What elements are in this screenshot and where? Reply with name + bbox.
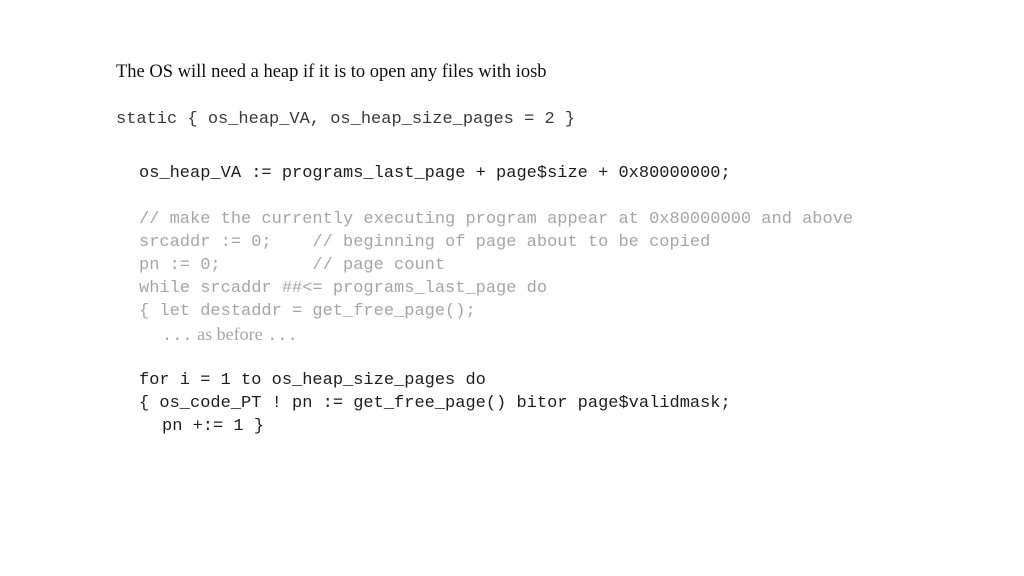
code-line-pn-increment: pn +:= 1 }: [139, 415, 853, 438]
code-line-for: for i = 1 to os_heap_size_pages do: [139, 371, 486, 390]
ellipsis-right: ...: [267, 327, 298, 346]
code-line-os-code-pt: { os_code_PT ! pn := get_free_page() bit…: [139, 394, 731, 413]
code-line-srcaddr: srcaddr := 0; // beginning of page about…: [139, 233, 711, 252]
code-line-pn: pn := 0; // page count: [139, 256, 446, 275]
code-line-while: while srcaddr ##<= programs_last_page do: [139, 279, 548, 298]
as-before-text: as before: [192, 324, 268, 344]
slide-heading: The OS will need a heap if it is to open…: [116, 62, 547, 82]
slide: The OS will need a heap if it is to open…: [0, 0, 1024, 576]
code-comment-make: // make the currently executing program …: [139, 210, 854, 229]
static-declaration: static { os_heap_VA, os_heap_size_pages …: [116, 110, 576, 129]
code-line-let: { let destaddr = get_free_page();: [139, 302, 476, 321]
code-block: os_heap_VA := programs_last_page + page$…: [139, 162, 853, 438]
pn-increment-text: pn +:= 1 }: [162, 417, 265, 436]
ellipsis-left: ...: [162, 327, 193, 346]
code-line-as-before: ... as before ...: [139, 323, 853, 346]
code-line-heap-va: os_heap_VA := programs_last_page + page$…: [139, 164, 731, 183]
